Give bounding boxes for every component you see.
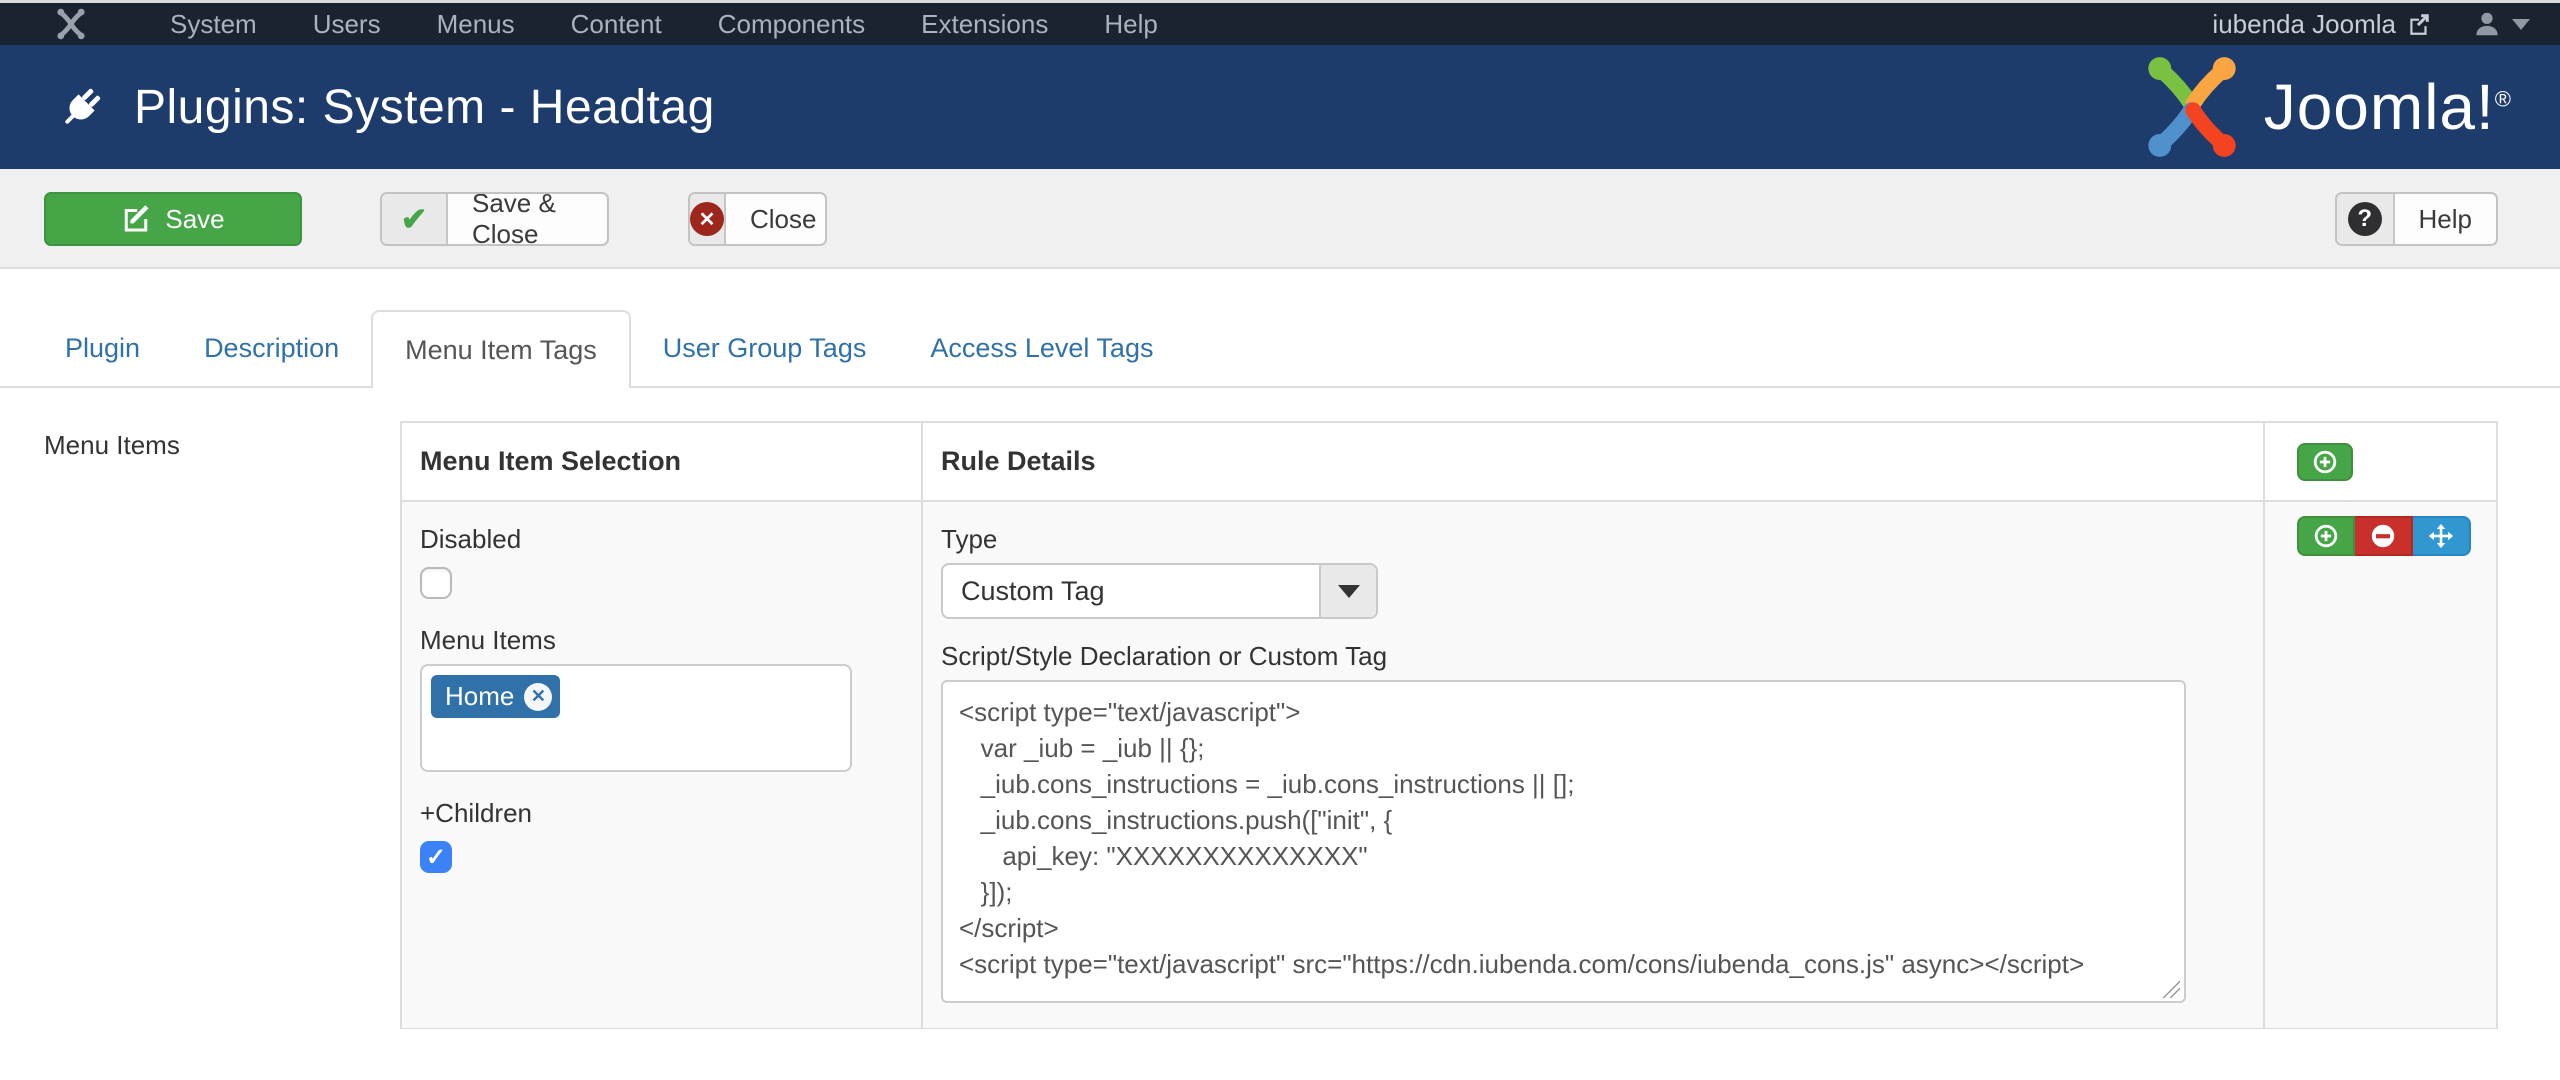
edit-tabs: Plugin Description Menu Item Tags User G… xyxy=(0,310,2560,388)
checkmark-icon: ✓ xyxy=(426,843,446,872)
select-caret-button[interactable] xyxy=(1319,565,1376,617)
circle-plus-icon xyxy=(2311,448,2339,476)
menu-items-field-label: Menu Items xyxy=(44,430,180,461)
disabled-checkbox[interactable] xyxy=(420,567,452,599)
type-label: Type xyxy=(941,524,2243,555)
save-label: Save xyxy=(165,204,224,235)
admin-menubar: System Users Menus Content Components Ex… xyxy=(0,3,2560,45)
save-close-label: Save & Close xyxy=(448,194,607,244)
tab-user-group-tags[interactable]: User Group Tags xyxy=(631,310,899,386)
cancel-icon: ✕ xyxy=(690,202,724,236)
add-row-button[interactable] xyxy=(2297,516,2355,556)
joomla-logo: Joomla!® xyxy=(2138,55,2512,159)
site-preview-link[interactable]: iubenda Joomla xyxy=(2212,9,2432,40)
move-row-button[interactable] xyxy=(2413,516,2471,556)
check-icon: ✔ xyxy=(401,200,428,238)
remove-row-button[interactable] xyxy=(2355,516,2413,556)
save-close-button[interactable]: ✔ Save & Close xyxy=(380,192,609,246)
children-checkbox[interactable]: ✓ xyxy=(420,841,452,873)
col-header-menu-item-selection: Menu Item Selection xyxy=(402,423,921,500)
tab-plugin[interactable]: Plugin xyxy=(33,310,172,386)
menu-item-menus[interactable]: Menus xyxy=(409,3,543,45)
plugin-icon xyxy=(56,81,108,133)
rule-details-cell: Type Custom Tag Script/Style Declaration… xyxy=(921,500,2263,1028)
help-label: Help xyxy=(2395,194,2496,244)
col-header-rule-details: Rule Details xyxy=(921,423,2263,500)
help-icon: ? xyxy=(2348,202,2382,236)
external-link-icon xyxy=(2406,11,2432,37)
menu-item-tags-table: Menu Item Selection Rule Details Disable… xyxy=(400,421,2498,1029)
joomla-logo-icon xyxy=(2138,55,2246,159)
menu-item-users[interactable]: Users xyxy=(285,3,409,45)
menu-item-help[interactable]: Help xyxy=(1076,3,1185,45)
script-label: Script/Style Declaration or Custom Tag xyxy=(941,641,2243,672)
circle-minus-icon xyxy=(2369,522,2397,550)
add-rule-button[interactable] xyxy=(2297,443,2353,481)
menu-item-selection-cell: Disabled Menu Items Home ✕ +Children ✓ xyxy=(402,500,921,1028)
caret-down-icon xyxy=(1338,585,1360,598)
tab-description[interactable]: Description xyxy=(172,310,371,386)
remove-tag-icon[interactable]: ✕ xyxy=(524,683,552,711)
chevron-down-icon xyxy=(2512,19,2530,30)
script-textarea[interactable]: <script type="text/javascript"> var _iub… xyxy=(941,680,2186,1003)
menu-item-system[interactable]: System xyxy=(142,3,285,45)
row-action-buttons xyxy=(2297,516,2496,556)
children-label: +Children xyxy=(420,798,901,829)
edit-icon xyxy=(121,204,151,234)
move-icon xyxy=(2427,522,2455,550)
menu-items-label: Menu Items xyxy=(420,625,901,656)
close-label: Close xyxy=(726,194,827,244)
menu-item-extensions[interactable]: Extensions xyxy=(893,3,1076,45)
tag-label: Home xyxy=(445,681,514,712)
selected-menu-item-tag[interactable]: Home ✕ xyxy=(431,675,560,718)
menu-item-components[interactable]: Components xyxy=(690,3,893,45)
joomla-logo-text: Joomla!® xyxy=(2264,70,2512,144)
menu-item-content[interactable]: Content xyxy=(543,3,690,45)
tab-menu-item-tags[interactable]: Menu Item Tags xyxy=(371,310,631,388)
tab-access-level-tags[interactable]: Access Level Tags xyxy=(898,310,1185,386)
help-button[interactable]: ? Help xyxy=(2335,192,2498,246)
row-actions-cell xyxy=(2263,500,2496,1028)
toolbar: Save ✔ Save & Close ✕ Close ? Help xyxy=(0,169,2560,269)
circle-plus-icon xyxy=(2312,522,2340,550)
joomla-glyph-icon xyxy=(52,7,90,41)
menu-items-multiselect[interactable]: Home ✕ xyxy=(420,664,852,772)
admin-menu: System Users Menus Content Components Ex… xyxy=(142,3,1186,45)
col-header-actions xyxy=(2263,423,2496,500)
page-header: Plugins: System - Headtag Joomla!® xyxy=(0,45,2560,169)
site-name-label: iubenda Joomla xyxy=(2212,9,2396,40)
user-menu[interactable] xyxy=(2472,9,2530,39)
close-button[interactable]: ✕ Close xyxy=(688,192,827,246)
user-icon xyxy=(2472,9,2502,39)
page-title: Plugins: System - Headtag xyxy=(134,80,715,135)
save-button[interactable]: Save xyxy=(44,192,302,246)
type-selected-value: Custom Tag xyxy=(943,565,1319,617)
disabled-label: Disabled xyxy=(420,524,901,555)
type-select[interactable]: Custom Tag xyxy=(941,563,1378,619)
